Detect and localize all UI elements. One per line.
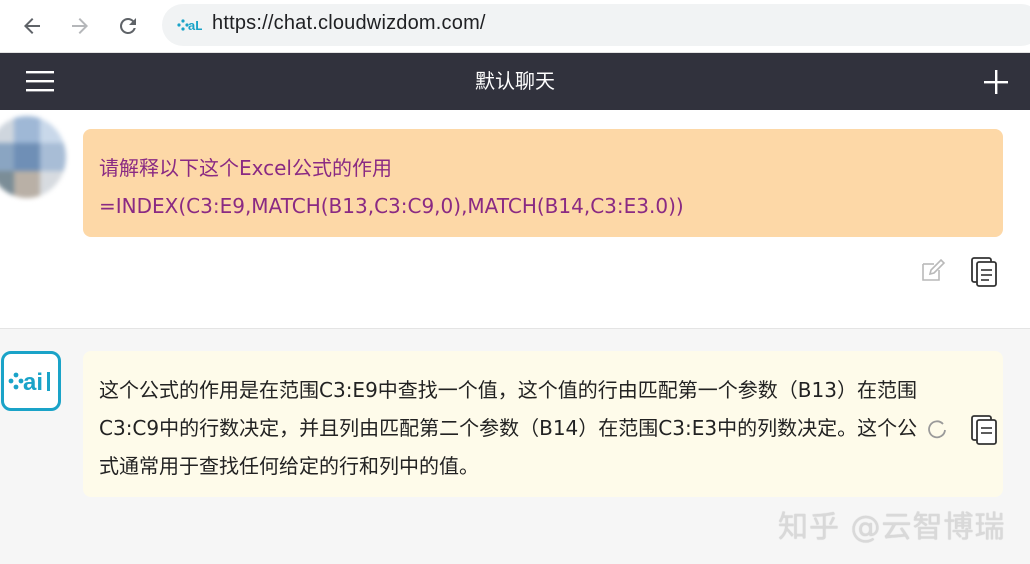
ai-logo-icon: ai (8, 369, 50, 396)
page-title: 默认聊天 (475, 69, 555, 93)
forward-arrow-icon[interactable] (62, 8, 98, 44)
user-message: 请解释以下这个Excel公式的作用 =INDEX(C3:E9,MATCH(B13… (0, 110, 1030, 328)
browser-toolbar: aL https://chat.cloudwizdom.com/ (0, 0, 1030, 53)
watermark: 知乎 @云智博瑞 (778, 510, 1006, 545)
message-line: 请解释以下这个Excel公式的作用 (99, 156, 392, 180)
refresh-icon[interactable] (925, 417, 949, 441)
url-text: https://chat.cloudwizdom.com/ (212, 12, 486, 34)
message-line: 式通常用于查找任何给定的行和列中的值。 (99, 454, 479, 478)
hamburger-menu-icon[interactable] (26, 70, 54, 92)
back-arrow-icon[interactable] (14, 8, 50, 44)
message-line: 这个公式的作用是在范围C3:E9中查找一个值，这个值的行由匹配第一个参数（B13… (99, 378, 917, 402)
assistant-message-bubble: 这个公式的作用是在范围C3:E9中查找一个值，这个值的行由匹配第一个参数（B13… (83, 351, 1003, 497)
edit-icon[interactable] (920, 258, 946, 284)
bot-avatar: ai (1, 351, 61, 411)
message-line: C3:C9中的行数决定，并且列由匹配第二个参数（B14）在范围C3:E3中的列数… (99, 416, 918, 440)
svg-text:ai: ai (23, 369, 43, 396)
address-bar[interactable]: aL https://chat.cloudwizdom.com/ (162, 4, 1030, 46)
copy-icon[interactable] (970, 413, 998, 445)
reload-icon[interactable] (110, 8, 146, 44)
svg-text:aL: aL (188, 18, 202, 33)
chat-area: 请解释以下这个Excel公式的作用 =INDEX(C3:E9,MATCH(B13… (0, 110, 1030, 564)
message-line: =INDEX(C3:E9,MATCH(B13,C3:C9,0),MATCH(B1… (99, 194, 684, 218)
avatar (0, 116, 66, 198)
copy-icon[interactable] (970, 255, 998, 287)
site-favicon-icon: aL (177, 18, 202, 33)
user-message-bubble: 请解释以下这个Excel公式的作用 =INDEX(C3:E9,MATCH(B13… (83, 129, 1003, 237)
plus-icon[interactable] (982, 68, 1010, 96)
app-header: 默认聊天 (0, 53, 1030, 110)
